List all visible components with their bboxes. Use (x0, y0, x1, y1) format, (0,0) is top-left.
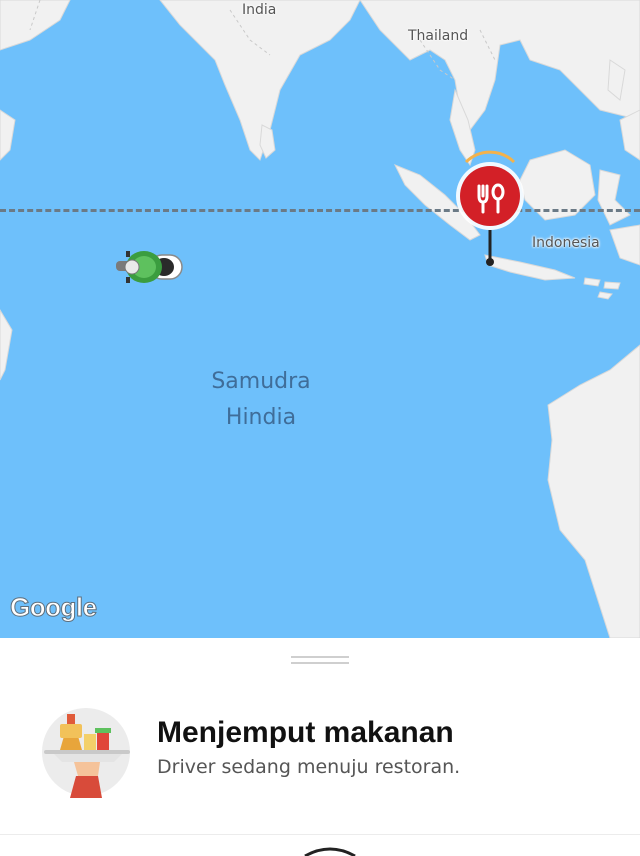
food-pickup-illustration-icon (42, 708, 130, 798)
map-label-india: India (242, 2, 277, 18)
map-label-ocean: Samudra Hindia (196, 364, 326, 436)
driver-motorbike-icon (116, 251, 183, 283)
order-status-sheet: Menjemput makanan Driver sedang menuju r… (0, 638, 640, 856)
map-label-thailand: Thailand (408, 28, 469, 44)
order-status-subtitle: Driver sedang menuju restoran. (157, 756, 461, 778)
restaurant-pin-icon[interactable] (452, 150, 528, 270)
map-view[interactable]: India Thailand Indonesia Samudra Hindia (0, 0, 640, 638)
order-status-title: Menjemput makanan (157, 716, 454, 749)
map-land (0, 0, 640, 638)
sheet-divider (0, 834, 640, 835)
sheet-drag-handle[interactable] (291, 656, 349, 664)
map-label-indonesia: Indonesia (532, 235, 600, 251)
map-label-ocean-line2: Hindia (225, 405, 297, 430)
google-attribution-logo: Google (10, 592, 98, 623)
map-label-ocean-line1: Samudra (211, 369, 311, 394)
equator-line (0, 209, 640, 212)
bottom-arc-icon (304, 847, 356, 856)
